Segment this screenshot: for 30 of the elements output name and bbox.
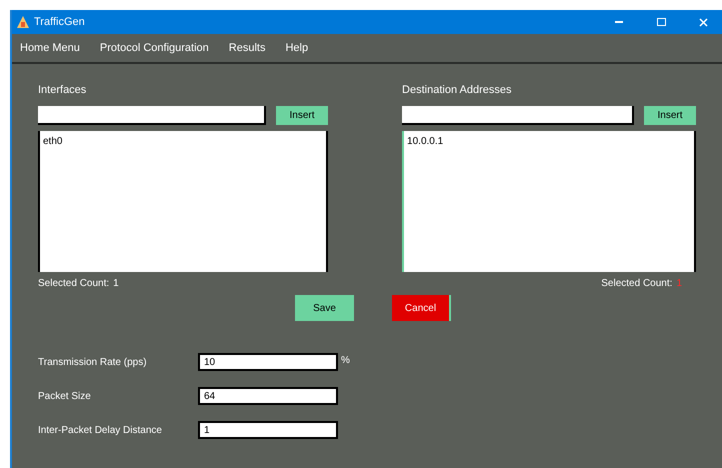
count-label: Selected Count:: [601, 277, 672, 291]
close-icon: [698, 18, 708, 26]
text-field[interactable]: [38, 106, 266, 125]
field-label: Packet Size: [38, 390, 92, 404]
insert-button[interactable]: Insert: [276, 106, 328, 125]
minimize-icon: [615, 21, 623, 23]
field-label: Inter-Packet Delay Distance: [38, 424, 163, 438]
app-icon: [16, 15, 30, 29]
count-label: Selected Count:: [38, 277, 110, 291]
input-field[interactable]: 1: [198, 421, 338, 439]
menu-item[interactable]: Results: [228, 40, 266, 56]
panel-label: Interfaces: [38, 83, 88, 98]
menu-item[interactable]: Protocol Configuration: [100, 40, 209, 56]
maximize-icon: [656, 18, 666, 26]
panel-label: Destination Addresses: [402, 83, 512, 98]
text-field[interactable]: [402, 106, 634, 125]
insert-button[interactable]: Insert: [644, 106, 696, 125]
cancel-button[interactable]: Cancel: [392, 295, 451, 321]
list-item[interactable]: eth0: [43, 134, 324, 149]
input-field[interactable]: 10: [198, 353, 338, 371]
menu-item[interactable]: Home Menu: [20, 40, 80, 56]
window-title: TrafficGen: [34, 14, 85, 30]
save-button[interactable]: Save: [295, 295, 354, 321]
count-value: 1: [113, 277, 119, 291]
menu-item[interactable]: Help: [285, 40, 308, 56]
count-value: 1: [676, 277, 682, 291]
input-field[interactable]: 64: [198, 387, 338, 405]
field-label: Transmission Rate (pps): [38, 356, 148, 370]
unit-label: %: [341, 354, 350, 368]
list-item[interactable]: 10.0.0.1: [407, 134, 691, 149]
